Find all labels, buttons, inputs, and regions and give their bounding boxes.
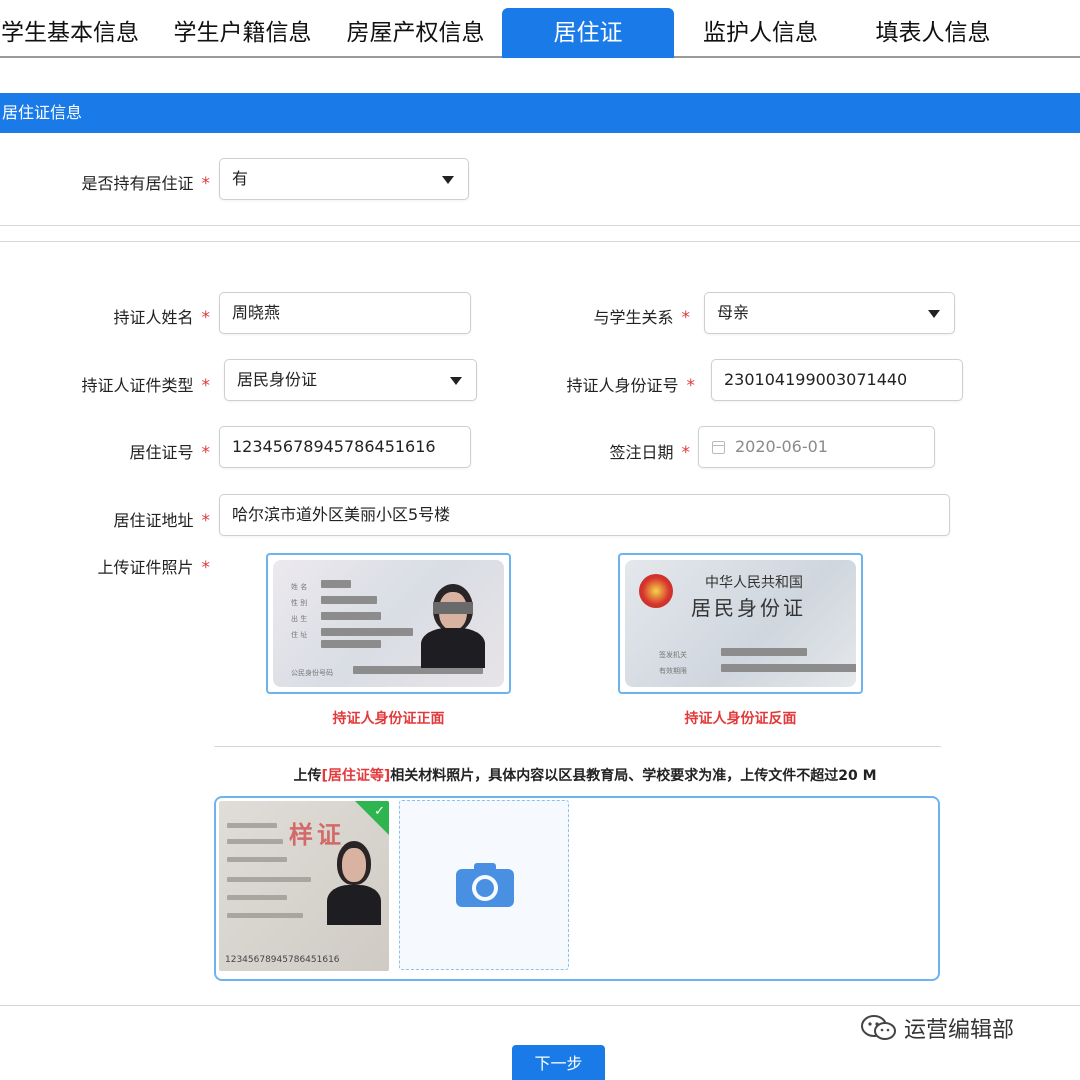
has-permit-label: 是否持有居住证 * [81, 174, 211, 194]
tab-property-info[interactable]: 房屋产权信息 [343, 8, 488, 58]
divider [0, 241, 1080, 242]
permit-number-input[interactable]: 12345678945786451616 [219, 426, 471, 468]
tab-student-household-info[interactable]: 学生户籍信息 [170, 8, 315, 58]
calendar-icon [712, 441, 725, 454]
next-step-button[interactable]: 下一步 [512, 1045, 605, 1080]
tab-student-basic-info[interactable]: 学生基本信息 [0, 8, 140, 58]
holder-name-input[interactable]: 周晓燕 [219, 292, 471, 334]
tab-filler-info[interactable]: 填表人信息 [868, 8, 998, 58]
materials-hint: 上传[居住证等]相关材料照片，具体内容以区县教育局、学校要求为准，上传文件不超过… [293, 768, 877, 784]
upload-photo-label: 上传证件照片 * [97, 558, 210, 578]
divider [0, 1005, 1080, 1006]
card-title-line1: 中华人民共和国 [705, 575, 803, 591]
permit-address-label: 居住证地址 * [113, 511, 210, 531]
id-card-front-image: 姓 名 性 别 出 生 住 址 公民身份号码 [273, 560, 504, 687]
wechat-icon [861, 1015, 896, 1040]
id-type-select[interactable]: 居民身份证 [224, 359, 477, 401]
watermark: 运营编辑部 [860, 1012, 1014, 1048]
divider [0, 225, 1080, 226]
sign-date-label: 签注日期 * [609, 443, 690, 463]
required-mark: * [201, 174, 211, 194]
tab-guardian-info[interactable]: 监护人信息 [698, 8, 823, 58]
materials-upload-area: 样证 12345678945786451616 ✓ [214, 796, 940, 981]
permit-address-input[interactable]: 哈尔滨市道外区美丽小区5号楼 [219, 494, 950, 536]
chevron-down-icon [450, 377, 462, 385]
id-front-upload[interactable]: 姓 名 性 别 出 生 住 址 公民身份号码 [266, 553, 511, 694]
uploaded-material-thumbnail[interactable]: 样证 12345678945786451616 ✓ [219, 801, 389, 971]
sample-stamp: 样证 [289, 820, 345, 849]
has-permit-select[interactable]: 有 [219, 158, 469, 200]
id-front-caption: 持证人身份证正面 [332, 711, 445, 727]
camera-icon [456, 863, 514, 907]
chevron-down-icon [442, 176, 454, 184]
id-type-label: 持证人证件类型 * [81, 376, 210, 396]
divider [214, 746, 941, 747]
id-card-back-image: 中华人民共和国 居民身份证 签发机关 有效期限 [625, 560, 856, 687]
card-title-line2: 居民身份证 [691, 596, 806, 620]
chevron-down-icon [928, 310, 940, 318]
permit-number-label: 居住证号 * [129, 443, 210, 463]
add-photo-button[interactable] [399, 800, 569, 970]
relation-select[interactable]: 母亲 [704, 292, 955, 334]
id-back-upload[interactable]: 中华人民共和国 居民身份证 签发机关 有效期限 [618, 553, 863, 694]
sign-date-input[interactable]: 2020-06-01 [698, 426, 935, 468]
tab-bar: 学生基本信息 学生户籍信息 房屋产权信息 居住证 监护人信息 填表人信息 [0, 0, 1080, 58]
relation-label: 与学生关系 * [593, 308, 690, 328]
holder-name-label: 持证人姓名 * [113, 308, 210, 328]
section-header: 居住证信息 [0, 93, 1080, 133]
tab-residence-permit[interactable]: 居住证 [502, 8, 674, 58]
id-number-label: 持证人身份证号 * [566, 376, 695, 396]
checkmark-icon: ✓ [374, 804, 385, 819]
national-emblem-icon [639, 574, 673, 608]
id-number-input[interactable]: 230104199003071440 [711, 359, 963, 401]
sample-number: 12345678945786451616 [225, 955, 340, 965]
id-back-caption: 持证人身份证反面 [684, 711, 797, 727]
